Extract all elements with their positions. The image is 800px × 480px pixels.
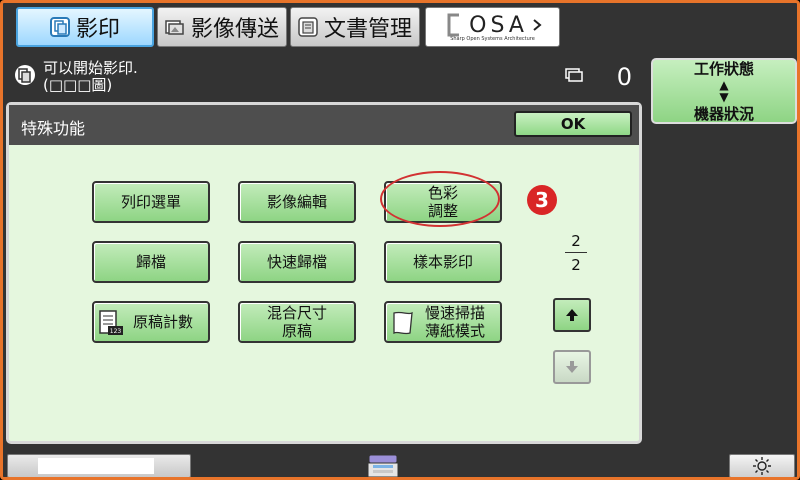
color-adjust-label-line1: 色彩 — [427, 184, 458, 202]
page-divider — [565, 252, 587, 253]
copy-status-icon — [15, 65, 35, 85]
osa-logo: OSA — [443, 13, 542, 38]
quick-filing-button[interactable]: 快速歸檔 — [238, 241, 356, 283]
step-number-badge: 3 — [527, 185, 557, 215]
original-count-label: 原稿計數 — [132, 313, 193, 331]
arrow-up-icon — [566, 309, 578, 321]
copies-count: 0 — [616, 63, 632, 91]
copies-icon — [565, 68, 583, 82]
document-filing-icon — [298, 17, 318, 37]
proof-copy-button[interactable]: 樣本影印 — [384, 241, 502, 283]
original-count-icon: 123 — [99, 310, 123, 335]
osa-subtitle: Sharp Open Systems Architecture — [450, 35, 535, 42]
tab-copy[interactable]: 影印 — [16, 7, 154, 47]
slow-scan-label-line1: 慢速掃描 — [424, 304, 485, 322]
copy-icon — [49, 17, 70, 37]
osa-chevron-icon — [533, 19, 542, 31]
tab-copy-label: 影印 — [75, 17, 120, 42]
tab-image-send-label: 影像傳送 — [190, 17, 279, 42]
thin-paper-icon — [393, 311, 413, 335]
scroll-down-button[interactable] — [553, 350, 591, 384]
tab-osa[interactable]: OSA Sharp Open Systems Architecture — [425, 7, 560, 47]
toggle-arrows-icon: ▲ ▼ — [719, 78, 729, 104]
page-current: 2 — [571, 232, 581, 250]
status-paper-info: (□□□圖) — [43, 76, 113, 94]
color-adjust-label-line2: 調整 — [427, 202, 458, 220]
tab-image-send[interactable]: 影像傳送 — [157, 7, 287, 47]
system-info-display — [38, 458, 154, 474]
print-list-label: 列印選單 — [120, 193, 181, 211]
svg-text:123: 123 — [110, 328, 122, 335]
mixed-size-label-line2: 原稿 — [281, 322, 312, 340]
proof-copy-label: 樣本影印 — [412, 253, 473, 271]
status-bar: 可以開始影印. (□□□圖) 0 — [8, 54, 641, 97]
ok-button[interactable]: OK — [514, 111, 632, 137]
original-count-button[interactable]: 123 原稿計數 — [92, 301, 210, 343]
page-total: 2 — [571, 256, 581, 274]
panel-header: 特殊功能 OK — [9, 105, 639, 145]
scroll-up-button[interactable] — [553, 298, 591, 332]
brightness-icon — [753, 457, 771, 475]
osa-bracket-icon — [447, 13, 460, 37]
image-edit-label: 影像編輯 — [266, 193, 327, 211]
brightness-button[interactable] — [729, 454, 795, 477]
tab-document-filing-label: 文書管理 — [323, 17, 412, 42]
color-adjust-button[interactable]: 色彩 調整 — [384, 181, 502, 223]
mixed-size-label-line1: 混合尺寸 — [266, 304, 327, 322]
filing-label: 歸檔 — [135, 253, 166, 271]
image-send-icon — [165, 17, 185, 37]
machine-status-label: 機器狀況 — [693, 105, 754, 123]
special-functions-panel: 特殊功能 OK 列印選單 影像編輯 色彩 調整 歸檔 快速歸檔 樣本影印 123… — [6, 102, 642, 444]
copier-touch-screen: 影印 影像傳送 文書管理 OSA Sharp Open Systems Arch… — [0, 0, 800, 480]
print-list-button[interactable]: 列印選單 — [92, 181, 210, 223]
slow-scan-label-line2: 薄紙模式 — [424, 322, 485, 340]
machine-icon[interactable] — [365, 451, 401, 480]
bottom-bar — [3, 449, 797, 480]
image-edit-button[interactable]: 影像編輯 — [238, 181, 356, 223]
slow-scan-mode-button[interactable]: 慢速掃描 薄紙模式 — [384, 301, 502, 343]
tab-document-filing[interactable]: 文書管理 — [290, 7, 420, 47]
filing-button[interactable]: 歸檔 — [92, 241, 210, 283]
page-indicator: 2 2 — [554, 232, 598, 278]
quick-filing-label: 快速歸檔 — [266, 253, 327, 271]
page-title: 特殊功能 — [21, 119, 86, 138]
osa-logo-text: OSA — [469, 12, 528, 38]
arrow-down-icon — [566, 361, 578, 373]
job-status-label: 工作狀態 — [693, 60, 754, 78]
mixed-size-original-button[interactable]: 混合尺寸 原稿 — [238, 301, 356, 343]
job-status-button[interactable]: 工作狀態 ▲ ▼ 機器狀況 — [651, 58, 797, 124]
system-info-field[interactable] — [7, 454, 191, 477]
